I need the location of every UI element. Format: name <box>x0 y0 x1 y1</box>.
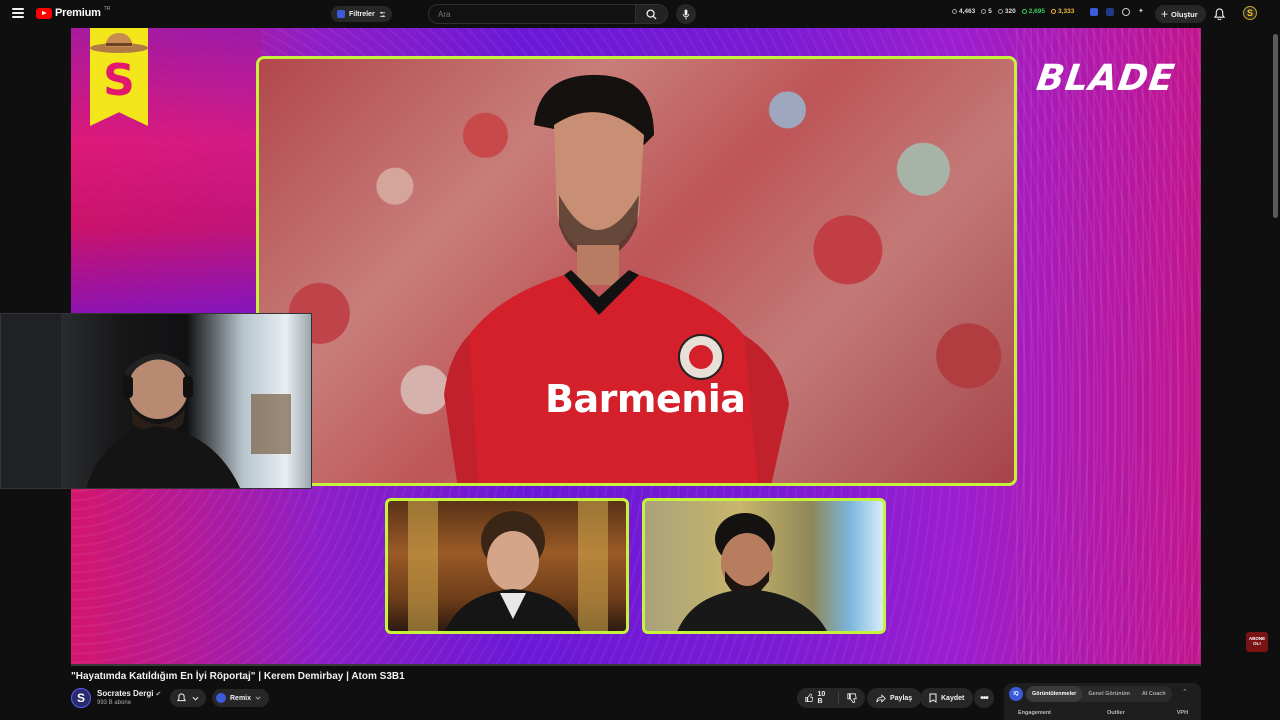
plus-icon: + <box>1161 7 1169 21</box>
search-icon <box>646 8 657 20</box>
vidiq-logo: IQ <box>1009 687 1023 701</box>
jersey-sponsor-text: Barmenia <box>545 377 746 421</box>
main-video-frame: Barmenia <box>256 56 1017 486</box>
remix-button[interactable]: Remix <box>212 689 270 707</box>
dislike-button[interactable] <box>839 693 865 703</box>
stat-comments: 320 <box>997 8 1016 15</box>
search-box <box>428 4 636 24</box>
remix-icon <box>216 693 226 703</box>
channel-name: Socrates Dergi <box>97 689 154 698</box>
search-input[interactable] <box>438 9 635 19</box>
notifications-button[interactable] <box>1213 7 1226 25</box>
save-button[interactable]: Kaydet <box>920 688 974 708</box>
video-title: "Hayatımda Katıldığım En İyi Röportaj" |… <box>71 671 405 682</box>
thumbs-up-icon <box>805 693 814 702</box>
remix-label: Remix <box>230 694 252 702</box>
tab-ai-coach[interactable]: AI Coach <box>1136 686 1172 702</box>
subscriber-count: 993 B abone <box>97 700 132 706</box>
translate-icon[interactable] <box>1106 8 1114 16</box>
create-label: Oluştur <box>1171 9 1198 19</box>
microphone-icon <box>682 8 690 20</box>
streamer-webcam <box>0 313 312 489</box>
thumbs-down-icon <box>847 693 857 703</box>
youtube-play-icon <box>36 7 52 19</box>
save-label: Kaydet <box>941 694 965 702</box>
guest-right-image <box>677 513 827 631</box>
chevron-up-icon[interactable]: ⌃ <box>1182 688 1188 696</box>
tab-overview[interactable]: Genel Görünüm <box>1082 686 1136 702</box>
chevron-down-icon <box>192 696 199 701</box>
extension-stats: 4,463 5 320 2,695 3,333 <box>952 8 1074 15</box>
cowboy-hat-icon <box>90 33 148 53</box>
bell-icon <box>177 693 186 702</box>
share-icon <box>876 693 886 703</box>
stat-views: 4,463 <box>952 8 975 15</box>
guest-video-frame-right <box>642 498 886 634</box>
webcam-image <box>1 314 291 488</box>
stat-subs-gain: 2,695 <box>1021 8 1045 15</box>
extension-icons: ✦ <box>1090 8 1146 16</box>
create-button[interactable]: + Oluştur <box>1155 5 1206 23</box>
analytics-columns: Engagement Outlier VPH <box>1004 710 1201 716</box>
like-count: 10 B <box>817 691 826 705</box>
guest-video-frame-left <box>385 498 629 634</box>
chevron-down-icon <box>255 696 261 700</box>
sponsor-logo: BLADE <box>1034 58 1178 99</box>
sparkle-icon[interactable]: ✦ <box>1138 8 1146 16</box>
masthead: Premium TR Filtreler 4,463 5 320 2,695 3… <box>0 0 1280 28</box>
channel-name-link[interactable]: Socrates Dergi ✔ <box>97 689 161 698</box>
guest-left-image <box>408 501 608 631</box>
stat-likes: 5 <box>981 8 992 15</box>
logo-text: Premium <box>55 7 101 19</box>
video-progress-bar[interactable] <box>71 664 1201 666</box>
like-button[interactable]: 10 B <box>797 691 839 705</box>
filters-button[interactable]: Filtreler <box>331 6 392 22</box>
col-vph: VPH <box>1176 710 1189 716</box>
channel-avatar[interactable]: S <box>71 688 91 708</box>
youtube-premium-logo[interactable]: Premium TR <box>36 6 111 19</box>
stat-score: 3,333 <box>1051 8 1074 15</box>
page-scrollbar[interactable] <box>1273 34 1278 218</box>
trophy-icon[interactable] <box>1122 8 1130 16</box>
share-button[interactable]: Paylaş <box>867 688 922 708</box>
logo-region: TR <box>103 6 111 12</box>
sliders-icon <box>379 11 385 17</box>
col-engagement: Engagement <box>1018 710 1052 716</box>
bell-icon <box>1213 8 1226 21</box>
vidiq-icon[interactable] <box>1090 8 1098 16</box>
share-label: Paylaş <box>890 694 913 702</box>
voice-search-button[interactable] <box>676 4 696 24</box>
footballer-image <box>444 74 789 483</box>
extension-icon <box>337 10 345 18</box>
analytics-tabs: Görüntülenmeler Genel Görünüm AI Coach <box>1026 686 1172 702</box>
more-actions-button[interactable]: ••• <box>974 688 994 708</box>
verified-icon: ✔ <box>155 691 162 698</box>
account-avatar[interactable]: S <box>1243 6 1257 20</box>
like-dislike-group: 10 B <box>797 688 865 708</box>
menu-icon[interactable] <box>12 8 24 18</box>
subscribed-bell-button[interactable] <box>170 689 206 707</box>
search-button[interactable] <box>636 4 668 24</box>
tab-views[interactable]: Görüntülenmeler <box>1026 686 1083 702</box>
channel-badge-letter: S <box>103 54 135 106</box>
more-icon: ••• <box>980 692 988 704</box>
col-outlier: Outlier <box>1107 710 1125 716</box>
bookmark-icon <box>929 693 937 703</box>
subscribe-watermark[interactable]: ABONE OL! <box>1246 632 1268 652</box>
filters-label: Filtreler <box>349 10 375 18</box>
